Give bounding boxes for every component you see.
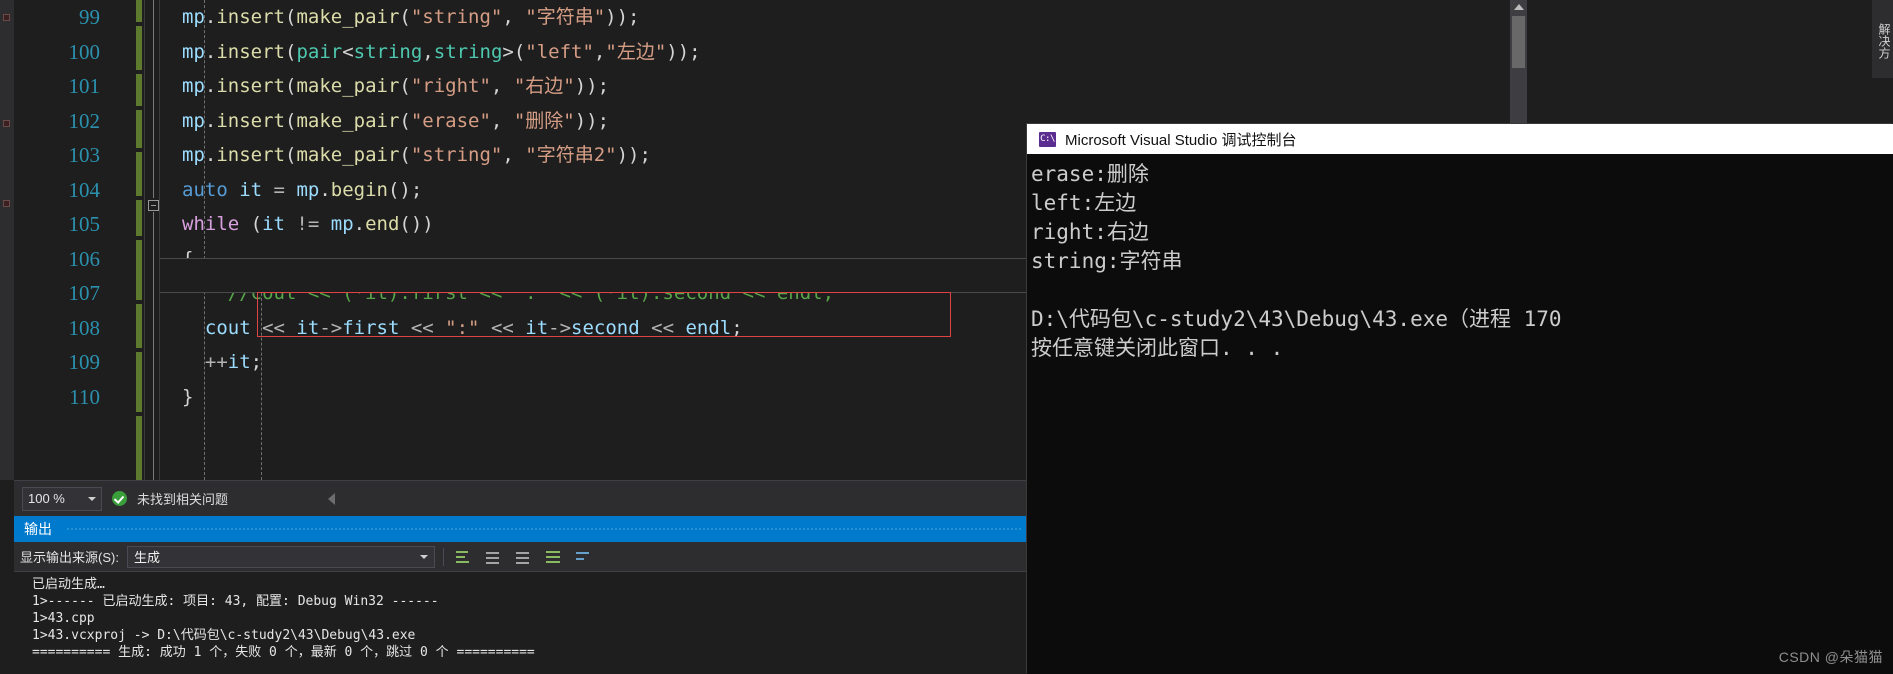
code-line[interactable]: 110}	[14, 380, 1027, 415]
code-text: }	[182, 385, 194, 408]
code-text: while (it != mp.end())	[182, 213, 434, 235]
zoom-level-combo[interactable]: 100 %	[22, 486, 102, 511]
line-number: 106	[68, 246, 101, 271]
chevron-down-icon	[88, 496, 96, 501]
code-text: {	[182, 247, 194, 270]
line-number: 108	[68, 315, 101, 340]
code-line[interactable]: 102 mp.insert(make_pair("erase", "删除"));	[14, 104, 1027, 139]
code-editor[interactable]: 99 mp.insert(make_pair("string", "字符串"));…	[14, 0, 1027, 480]
watermark-text: CSDN @朵猫猫	[1778, 649, 1883, 665]
output-pane: 输出 显示输出来源(S): 生成 已启动生成… 1>------ 已启动生成: …	[14, 516, 1027, 674]
code-text: mp.insert(make_pair("string", "字符串"));	[182, 6, 640, 28]
output-source-label: 显示输出来源(S):	[20, 550, 119, 565]
visual-studio-ide: 99 mp.insert(make_pair("string", "字符串"));…	[0, 0, 1027, 674]
code-text: mp.insert(make_pair("right", "右边"));	[182, 75, 610, 97]
code-text: mp.insert(make_pair("erase", "删除"));	[182, 109, 610, 132]
editor-vertical-scrollbar[interactable]	[1510, 0, 1527, 124]
output-pane-title-bar[interactable]: 输出	[14, 516, 1027, 542]
code-line[interactable]: 104 auto it = mp.begin();	[14, 173, 1027, 208]
output-pane-title: 输出	[24, 521, 52, 537]
code-text: cout << it->first << ":" << it->second <…	[204, 316, 743, 339]
code-line[interactable]: 99 mp.insert(make_pair("string", "字符串"));	[14, 0, 1027, 35]
line-number: 110	[69, 384, 100, 409]
line-number: 105	[68, 212, 101, 236]
issues-status-text: 未找到相关问题	[137, 492, 229, 507]
check-circle-icon	[112, 491, 127, 506]
code-line[interactable]: 106 {	[14, 242, 1027, 277]
code-line[interactable]: 101 mp.insert(make_pair("right", "右边"));	[14, 69, 1027, 104]
code-line[interactable]: 108 cout << it->first << ":" << it->seco…	[14, 311, 1027, 346]
go-to-next-button[interactable]	[512, 547, 534, 567]
zoom-level-value: 100 %	[28, 491, 65, 506]
line-number: 100	[68, 39, 101, 64]
code-text: auto it = mp.begin();	[182, 178, 423, 201]
code-line[interactable]: 109 ++it;	[14, 345, 1027, 380]
output-pane-toolbar: 显示输出来源(S): 生成	[14, 542, 1027, 572]
line-number: 109	[68, 350, 101, 374]
output-pane-text: 已启动生成… 1>------ 已启动生成: 项目: 43, 配置: Debug…	[14, 572, 1027, 672]
title-drag-dots	[66, 527, 1023, 532]
code-line[interactable]: 100 mp.insert(pair<string,string>("left",…	[14, 35, 1027, 70]
line-number: 107	[68, 281, 101, 305]
chevron-down-icon	[419, 554, 428, 559]
code-text: //cout << (*it).first << ":" << (*it).se…	[182, 282, 835, 304]
debug-console-window[interactable]: C:\ Microsoft Visual Studio 调试控制台 erase:…	[1027, 124, 1893, 674]
editor-right-edge	[1500, 0, 1893, 124]
code-line[interactable]: 105 while (it != mp.end())	[14, 207, 1027, 242]
scrollbar-thumb[interactable]	[1512, 16, 1525, 68]
clear-all-button[interactable]	[542, 547, 564, 567]
go-to-previous-button[interactable]	[482, 547, 504, 567]
toggle-word-wrap-button[interactable]	[572, 547, 594, 567]
editor-left-margin-strip	[0, 0, 14, 480]
code-line[interactable]: 103 mp.insert(make_pair("string", "字符串2")…	[14, 138, 1027, 173]
output-source-value: 生成	[133, 550, 160, 565]
code-text: ++it;	[204, 351, 263, 373]
console-output-text: erase:删除 left:左边 right:右边 string:字符串 D:\…	[1031, 162, 1562, 360]
editor-status-bar: 100 % 未找到相关问题	[14, 480, 1027, 516]
console-window-title: Microsoft Visual Studio 调试控制台	[1065, 131, 1297, 149]
line-number: 103	[68, 143, 101, 167]
screen-root: 99 mp.insert(make_pair("string", "字符串"));…	[0, 0, 1893, 674]
code-line[interactable]: 107 //cout << (*it).first << ":" << (*it…	[14, 276, 1027, 311]
scroll-up-arrow-icon[interactable]	[1514, 4, 1524, 10]
code-text: mp.insert(make_pair("string", "字符串2"));	[182, 144, 651, 166]
code-text: mp.insert(pair<string,string>("left","左边…	[182, 40, 701, 63]
line-number: 101	[68, 74, 101, 98]
console-app-icon: C:\	[1039, 131, 1056, 147]
line-number: 102	[68, 108, 101, 133]
line-number: 99	[79, 5, 100, 29]
collapse-arrow-icon[interactable]	[328, 492, 336, 505]
output-source-select[interactable]: 生成	[126, 545, 435, 568]
code-lines-container: 99 mp.insert(make_pair("string", "字符串"));…	[14, 0, 1027, 414]
solution-explorer-tab[interactable]: 解决方	[1872, 0, 1893, 78]
find-message-button[interactable]	[452, 547, 474, 567]
console-title-bar[interactable]: C:\ Microsoft Visual Studio 调试控制台	[1027, 124, 1893, 154]
line-number: 104	[68, 177, 101, 202]
